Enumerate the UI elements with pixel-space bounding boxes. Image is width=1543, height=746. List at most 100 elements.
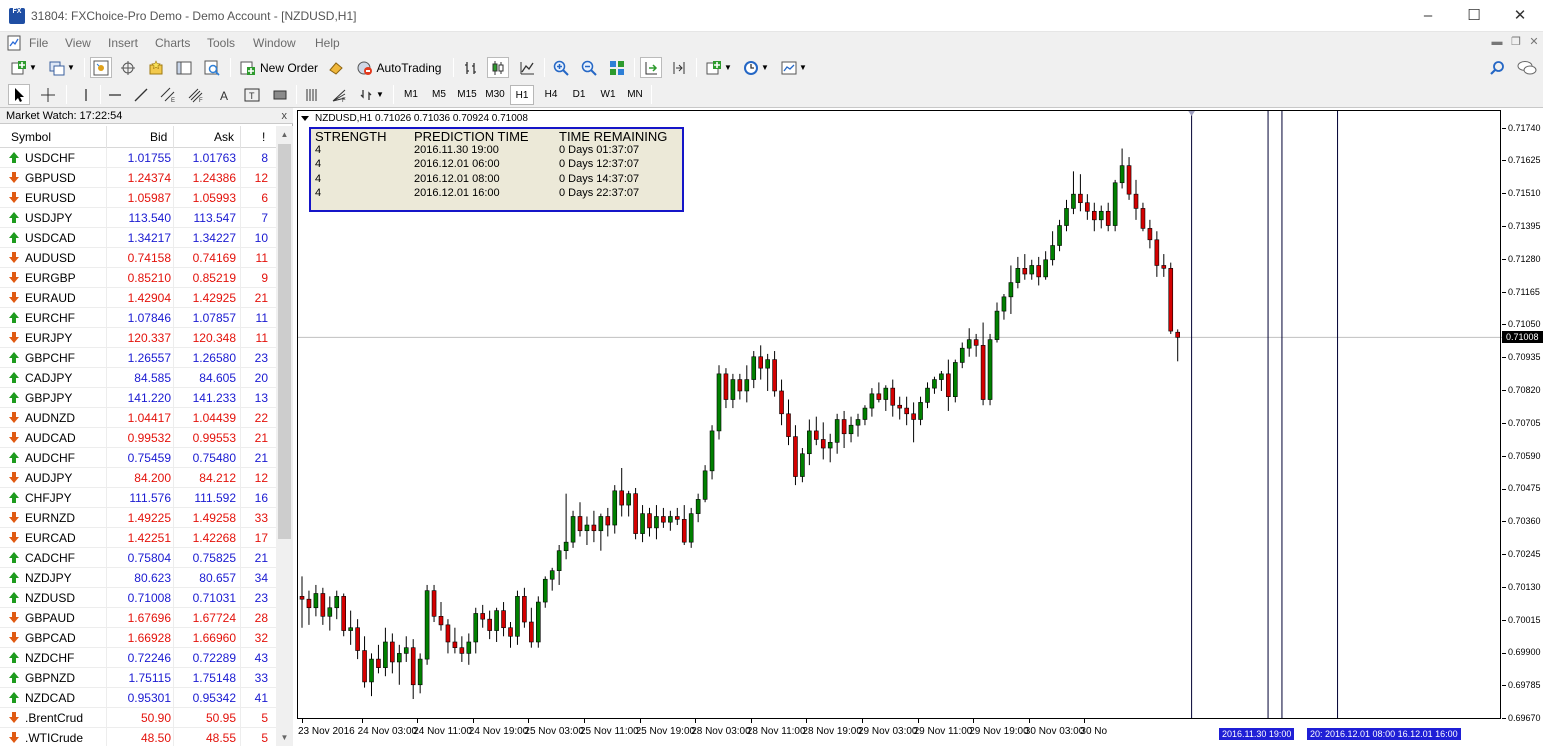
chart-window[interactable]: NZDUSD,H1 0.71026 0.71036 0.70924 0.7100… xyxy=(297,110,1543,746)
new-order-button[interactable]: New Order xyxy=(238,57,320,78)
strategy-tester-toggle[interactable] xyxy=(201,57,223,78)
market-watch-row[interactable]: AUDUSD 0.74158 0.74169 11 xyxy=(0,248,276,268)
market-watch-row[interactable]: EURJPY 120.337 120.348 11 xyxy=(0,328,276,348)
market-watch-row[interactable]: AUDCAD 0.99532 0.99553 21 xyxy=(0,428,276,448)
market-watch-row[interactable]: USDCAD 1.34217 1.34227 10 xyxy=(0,228,276,248)
text-tool[interactable]: A xyxy=(215,84,235,105)
periods-button[interactable]: ▼ xyxy=(740,57,772,78)
column-spread[interactable]: ! xyxy=(262,130,265,144)
market-watch-close-button[interactable]: x xyxy=(282,108,288,124)
market-watch-row[interactable]: CADCHF 0.75804 0.75825 21 xyxy=(0,548,276,568)
timeframe-h4[interactable]: H4 xyxy=(537,85,565,105)
terminal-toggle[interactable] xyxy=(173,57,195,78)
chart-document-icon[interactable] xyxy=(7,35,21,51)
chat-button[interactable] xyxy=(1515,57,1539,78)
price-axis[interactable]: 0.71740 0.71625 0.71510 0.71395 0.71280 0.711… xyxy=(1502,110,1543,723)
scroll-up-arrow-icon[interactable]: ▲ xyxy=(276,126,293,143)
menu-help[interactable]: Help xyxy=(315,36,340,50)
market-watch-row[interactable]: GBPCHF 1.26557 1.26580 23 xyxy=(0,348,276,368)
fibonacci-tool[interactable]: F xyxy=(185,84,207,105)
fibonacci-fan-tool[interactable]: F xyxy=(328,84,350,105)
market-watch-row[interactable]: USDJPY 113.540 113.547 7 xyxy=(0,208,276,228)
templates-button[interactable]: ▼ xyxy=(778,57,810,78)
market-watch-row[interactable]: GBPJPY 141.220 141.233 13 xyxy=(0,388,276,408)
time-axis[interactable]: 30 No 30 Nov 03:00 29 Nov 19:00 29 Nov 11:0… xyxy=(297,719,1502,746)
chart-shift-button[interactable] xyxy=(668,57,690,78)
new-chart-button[interactable]: ▼ xyxy=(8,57,40,78)
close-button[interactable]: ✕ xyxy=(1497,0,1543,32)
scrollbar-thumb[interactable] xyxy=(278,144,291,539)
gann-tool[interactable] xyxy=(301,84,323,105)
mdi-close-button[interactable]: ✕ xyxy=(1527,35,1541,49)
timeframe-m30[interactable]: M30 xyxy=(481,85,509,105)
market-watch-row[interactable]: EURGBP 0.85210 0.85219 9 xyxy=(0,268,276,288)
timeframe-mn[interactable]: MN xyxy=(621,85,649,105)
timeframe-d1[interactable]: D1 xyxy=(565,85,593,105)
menu-insert[interactable]: Insert xyxy=(108,36,138,50)
zoom-out-button[interactable] xyxy=(578,57,600,78)
equidistant-channel-tool[interactable]: E xyxy=(157,84,179,105)
crosshair-tool[interactable] xyxy=(37,84,59,105)
tile-windows-button[interactable] xyxy=(606,57,628,78)
market-watch-row[interactable]: EURCHF 1.07846 1.07857 11 xyxy=(0,308,276,328)
market-watch-row[interactable]: AUDNZD 1.04417 1.04439 22 xyxy=(0,408,276,428)
market-watch-row[interactable]: NZDUSD 0.71008 0.71031 23 xyxy=(0,588,276,608)
autotrading-button[interactable]: AutoTrading xyxy=(352,57,446,78)
menu-window[interactable]: Window xyxy=(253,36,296,50)
column-symbol[interactable]: Symbol xyxy=(11,130,51,144)
rectangle-tool[interactable] xyxy=(270,84,290,105)
market-watch-row[interactable]: CADJPY 84.585 84.605 20 xyxy=(0,368,276,388)
horizontal-line-tool[interactable] xyxy=(105,84,125,105)
cursor-tool[interactable] xyxy=(8,84,30,105)
market-watch-row[interactable]: .WTICrude 48.50 48.55 5 xyxy=(0,728,276,746)
timeframe-h1[interactable]: H1 xyxy=(510,85,534,105)
timeframe-m15[interactable]: M15 xyxy=(453,85,481,105)
menu-view[interactable]: View xyxy=(65,36,91,50)
search-button[interactable] xyxy=(1487,57,1507,78)
menu-file[interactable]: File xyxy=(29,36,48,50)
column-ask[interactable]: Ask xyxy=(214,130,234,144)
auto-scroll-button[interactable] xyxy=(640,57,662,78)
text-label-tool[interactable]: T xyxy=(242,84,262,105)
market-watch-row[interactable]: AUDJPY 84.200 84.212 12 xyxy=(0,468,276,488)
market-watch-row[interactable]: EURCAD 1.42251 1.42268 17 xyxy=(0,528,276,548)
market-watch-row[interactable]: EURAUD 1.42904 1.42925 21 xyxy=(0,288,276,308)
minimize-button[interactable]: – xyxy=(1405,0,1451,32)
mdi-restore-button[interactable]: ❐ xyxy=(1509,35,1523,49)
maximize-button[interactable]: ☐ xyxy=(1451,0,1497,32)
arrows-tool[interactable]: ▼ xyxy=(356,84,386,105)
indicators-button[interactable]: ▼ xyxy=(703,57,735,78)
market-watch-row[interactable]: EURUSD 1.05987 1.05993 6 xyxy=(0,188,276,208)
navigator-toggle[interactable] xyxy=(145,57,167,78)
column-bid[interactable]: Bid xyxy=(150,130,167,144)
mdi-minimize-button[interactable]: ▬ xyxy=(1490,35,1504,49)
candlestick-chart-button[interactable] xyxy=(487,57,509,78)
metaeditor-button[interactable] xyxy=(326,57,346,78)
collapse-triangle-icon[interactable] xyxy=(301,115,309,121)
timeframe-m1[interactable]: M1 xyxy=(397,85,425,105)
market-watch-row[interactable]: AUDCHF 0.75459 0.75480 21 xyxy=(0,448,276,468)
bar-chart-button[interactable] xyxy=(460,57,482,78)
line-chart-button[interactable] xyxy=(516,57,538,78)
scroll-down-arrow-icon[interactable]: ▼ xyxy=(276,729,293,746)
trendline-tool[interactable] xyxy=(131,84,151,105)
zoom-in-button[interactable] xyxy=(550,57,572,78)
profiles-button[interactable]: ▼ xyxy=(46,57,78,78)
market-watch-row[interactable]: .BrentCrud 50.90 50.95 5 xyxy=(0,708,276,728)
timeframe-w1[interactable]: W1 xyxy=(594,85,622,105)
market-watch-scrollbar[interactable]: ▲ ▼ xyxy=(276,126,293,746)
menu-tools[interactable]: Tools xyxy=(207,36,235,50)
market-watch-toggle[interactable] xyxy=(90,57,112,78)
menu-charts[interactable]: Charts xyxy=(155,36,190,50)
market-watch-row[interactable]: NZDCAD 0.95301 0.95342 41 xyxy=(0,688,276,708)
market-watch-row[interactable]: CHFJPY 111.576 111.592 16 xyxy=(0,488,276,508)
market-watch-row[interactable]: USDCHF 1.01755 1.01763 8 xyxy=(0,148,276,168)
market-watch-row[interactable]: NZDJPY 80.623 80.657 34 xyxy=(0,568,276,588)
vertical-line-tool[interactable] xyxy=(76,84,96,105)
market-watch-row[interactable]: GBPCAD 1.66928 1.66960 32 xyxy=(0,628,276,648)
timeframe-m5[interactable]: M5 xyxy=(425,85,453,105)
market-watch-row[interactable]: GBPUSD 1.24374 1.24386 12 xyxy=(0,168,276,188)
market-watch-row[interactable]: EURNZD 1.49225 1.49258 33 xyxy=(0,508,276,528)
market-watch-row[interactable]: NZDCHF 0.72246 0.72289 43 xyxy=(0,648,276,668)
market-watch-row[interactable]: GBPAUD 1.67696 1.67724 28 xyxy=(0,608,276,628)
